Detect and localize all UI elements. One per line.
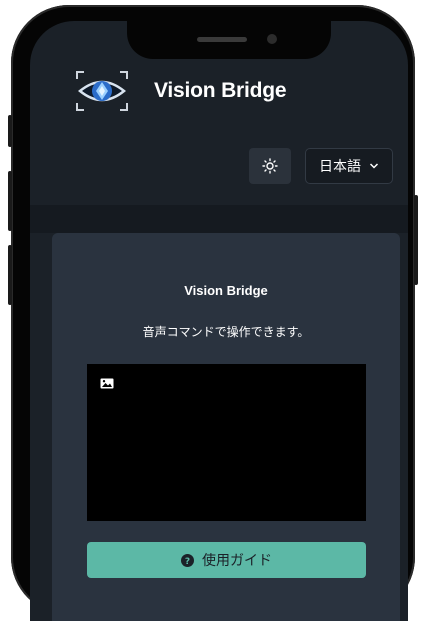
notch xyxy=(127,21,331,59)
image-icon xyxy=(100,378,114,389)
sun-icon xyxy=(262,158,278,174)
app-title: Vision Bridge xyxy=(154,79,287,102)
theme-toggle-button[interactable] xyxy=(249,148,291,184)
card-title: Vision Bridge xyxy=(184,283,268,298)
front-camera xyxy=(267,34,277,44)
phone-screen: Vision Bridge 日本語 Vision Bridge 音声コマンドで操 xyxy=(30,21,408,621)
camera-preview[interactable] xyxy=(87,364,366,521)
usage-guide-label: 使用ガイド xyxy=(202,553,272,569)
language-label: 日本語 xyxy=(319,159,361,175)
app-logo-icon xyxy=(76,71,128,111)
usage-guide-button[interactable]: ? 使用ガイド xyxy=(87,542,366,578)
side-button xyxy=(8,115,12,147)
phone-frame: Vision Bridge 日本語 Vision Bridge 音声コマンドで操 xyxy=(8,5,418,621)
svg-text:?: ? xyxy=(185,557,190,567)
chevron-down-icon xyxy=(369,163,379,169)
header-divider xyxy=(30,205,408,233)
card-subtitle: 音声コマンドで操作できます。 xyxy=(142,325,310,339)
side-button xyxy=(8,245,12,305)
question-circle-icon: ? xyxy=(181,553,194,567)
side-button xyxy=(8,171,12,231)
main-card: Vision Bridge 音声コマンドで操作できます。 ? 使用ガイド xyxy=(52,233,400,621)
language-select[interactable]: 日本語 xyxy=(305,148,393,184)
speaker xyxy=(197,37,247,42)
side-button xyxy=(414,195,418,285)
